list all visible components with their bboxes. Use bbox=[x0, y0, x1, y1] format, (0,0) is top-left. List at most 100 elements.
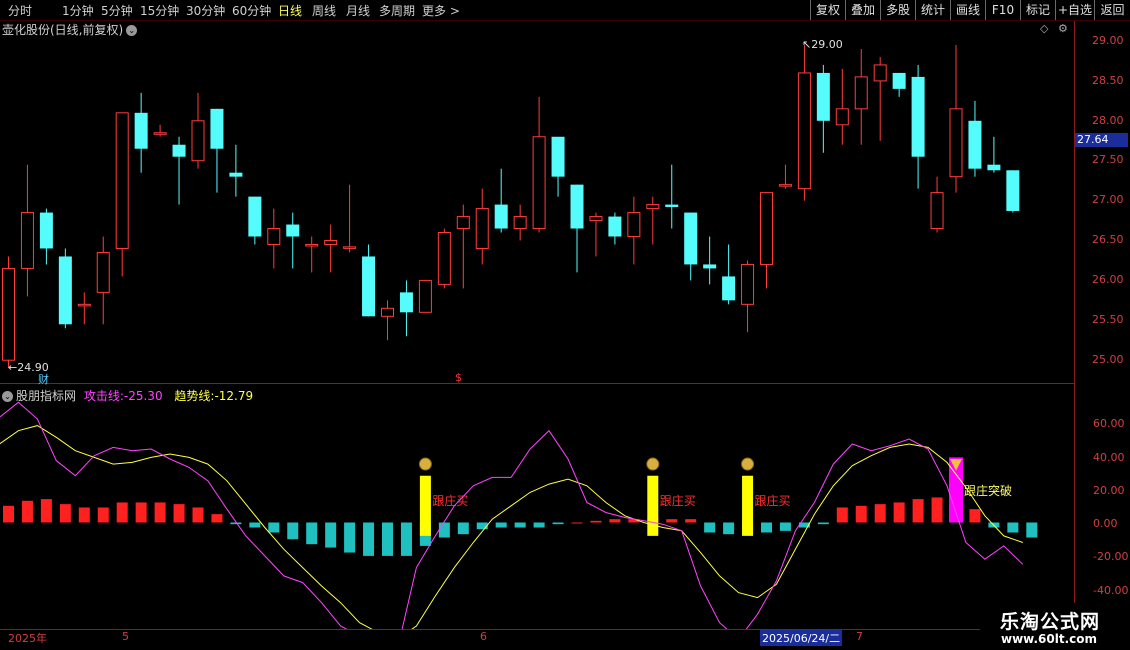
histogram-bar bbox=[571, 522, 583, 524]
ind-y-tick-label: -40.00 bbox=[1093, 584, 1129, 597]
candle-body bbox=[286, 224, 300, 237]
y-tick-label: 28.00 bbox=[1092, 114, 1124, 127]
candle-body bbox=[816, 72, 830, 121]
statistics-button[interactable]: 统计 bbox=[915, 0, 950, 20]
money-bag-icon bbox=[741, 457, 755, 471]
date-axis-line bbox=[0, 629, 1130, 630]
date-month-label: 7 bbox=[856, 630, 863, 643]
mark-button[interactable]: 标记 bbox=[1020, 0, 1055, 20]
candle-body bbox=[778, 184, 792, 187]
indicator-chart[interactable]: 跟庄买 跟庄买 跟庄买跟庄突破 bbox=[0, 384, 1074, 629]
ind-y-tick-label: 20.00 bbox=[1093, 484, 1125, 497]
histogram-bar bbox=[154, 502, 166, 523]
histogram-bar bbox=[268, 522, 280, 533]
candle-body bbox=[551, 136, 565, 177]
tab-monthly[interactable]: 月线 bbox=[346, 2, 370, 19]
tab-60min[interactable]: 60分钟 bbox=[232, 2, 271, 19]
money-bag-icon bbox=[418, 457, 432, 471]
tab-1min[interactable]: 1分钟 bbox=[62, 2, 94, 19]
candlestick-chart[interactable] bbox=[0, 21, 1074, 383]
y-tick-label: 27.50 bbox=[1092, 153, 1124, 166]
y-tick-label: 25.50 bbox=[1092, 313, 1124, 326]
dollar-marker[interactable]: $ bbox=[455, 371, 462, 384]
f10-button[interactable]: F10 bbox=[985, 0, 1020, 20]
histogram-bar bbox=[1026, 522, 1038, 538]
histogram-bar bbox=[230, 522, 242, 525]
candle-body bbox=[2, 267, 15, 361]
draw-line-button[interactable]: 画线 bbox=[950, 0, 985, 20]
candle-body bbox=[229, 172, 243, 177]
y-tick-label: 29.00 bbox=[1092, 34, 1124, 47]
histogram-bar bbox=[438, 522, 450, 538]
histogram-bar bbox=[173, 504, 185, 523]
candle-body bbox=[77, 303, 91, 307]
ind-y-tick-label: -20.00 bbox=[1093, 550, 1129, 563]
candle-body bbox=[134, 112, 148, 149]
histogram-bar bbox=[552, 522, 564, 525]
multi-stock-button[interactable]: 多股 bbox=[880, 0, 915, 20]
y-tick-label: 25.00 bbox=[1092, 353, 1124, 366]
histogram-bar bbox=[325, 522, 337, 548]
buy-signal-label: 跟庄买 bbox=[755, 493, 791, 508]
tab-more-label: 更多 bbox=[422, 4, 447, 18]
candle-body bbox=[343, 246, 357, 249]
histogram-bar bbox=[817, 522, 829, 525]
tab-30min[interactable]: 30分钟 bbox=[186, 2, 225, 19]
candle-body bbox=[854, 76, 868, 110]
tab-more[interactable]: 更多 > bbox=[422, 2, 460, 19]
buy-signal-bar bbox=[419, 475, 431, 536]
candle-body bbox=[1006, 170, 1020, 211]
histogram-bar bbox=[476, 522, 488, 530]
overlay-button[interactable]: 叠加 bbox=[845, 0, 880, 20]
histogram-bar bbox=[344, 522, 356, 553]
candle-body bbox=[987, 164, 1001, 171]
histogram-bar bbox=[836, 507, 848, 523]
tab-daily[interactable]: 日线 bbox=[278, 2, 302, 19]
histogram-bar bbox=[211, 514, 223, 523]
candle-body bbox=[418, 279, 432, 313]
date-month-label: 5 bbox=[122, 630, 129, 643]
histogram-bar bbox=[514, 522, 526, 528]
histogram-bar bbox=[723, 522, 735, 535]
histogram-bar bbox=[3, 505, 14, 523]
histogram-bar bbox=[893, 502, 905, 523]
histogram-bar bbox=[21, 500, 33, 523]
attack-line bbox=[0, 401, 1024, 629]
tab-15min[interactable]: 15分钟 bbox=[140, 2, 179, 19]
current-price-tag: 27.64 bbox=[1075, 133, 1128, 147]
high-price-marker: ↖29.00 bbox=[802, 38, 843, 51]
candle-body bbox=[608, 216, 622, 237]
buy-signal-label: 跟庄买 bbox=[660, 493, 696, 508]
candle-body bbox=[760, 192, 773, 265]
candle-body bbox=[20, 212, 34, 269]
restore-rights-button[interactable]: 复权 bbox=[810, 0, 845, 20]
candle-body bbox=[892, 72, 906, 89]
candle-body bbox=[949, 108, 963, 178]
candle-body bbox=[191, 120, 205, 162]
add-favorite-button[interactable]: +自选 bbox=[1055, 0, 1094, 20]
candle-body bbox=[267, 228, 281, 245]
ind-y-tick-label: 0.00 bbox=[1093, 517, 1118, 530]
buy-signal-bar bbox=[742, 475, 754, 536]
candle-body bbox=[248, 196, 262, 237]
candle-body bbox=[172, 144, 186, 157]
histogram-bar bbox=[761, 522, 772, 533]
histogram-bar bbox=[685, 519, 697, 523]
candle-body bbox=[456, 216, 470, 230]
histogram-bar bbox=[135, 502, 147, 523]
histogram-bar bbox=[874, 504, 886, 523]
tab-5min[interactable]: 5分钟 bbox=[101, 2, 133, 19]
tab-weekly[interactable]: 周线 bbox=[312, 2, 336, 19]
histogram-bar bbox=[779, 522, 791, 531]
tab-multi-period[interactable]: 多周期 bbox=[379, 2, 415, 19]
tab-fenshi[interactable]: 分时 bbox=[8, 2, 32, 19]
histogram-bar bbox=[704, 522, 716, 533]
histogram-bar bbox=[590, 520, 602, 523]
high-price-value: 29.00 bbox=[811, 38, 843, 51]
histogram-bar bbox=[192, 507, 204, 523]
money-bag-icon bbox=[646, 457, 660, 471]
y-tick-label: 26.50 bbox=[1092, 233, 1124, 246]
candle-body bbox=[437, 232, 451, 285]
histogram-bar bbox=[382, 522, 393, 556]
back-button[interactable]: 返回 bbox=[1094, 0, 1130, 20]
